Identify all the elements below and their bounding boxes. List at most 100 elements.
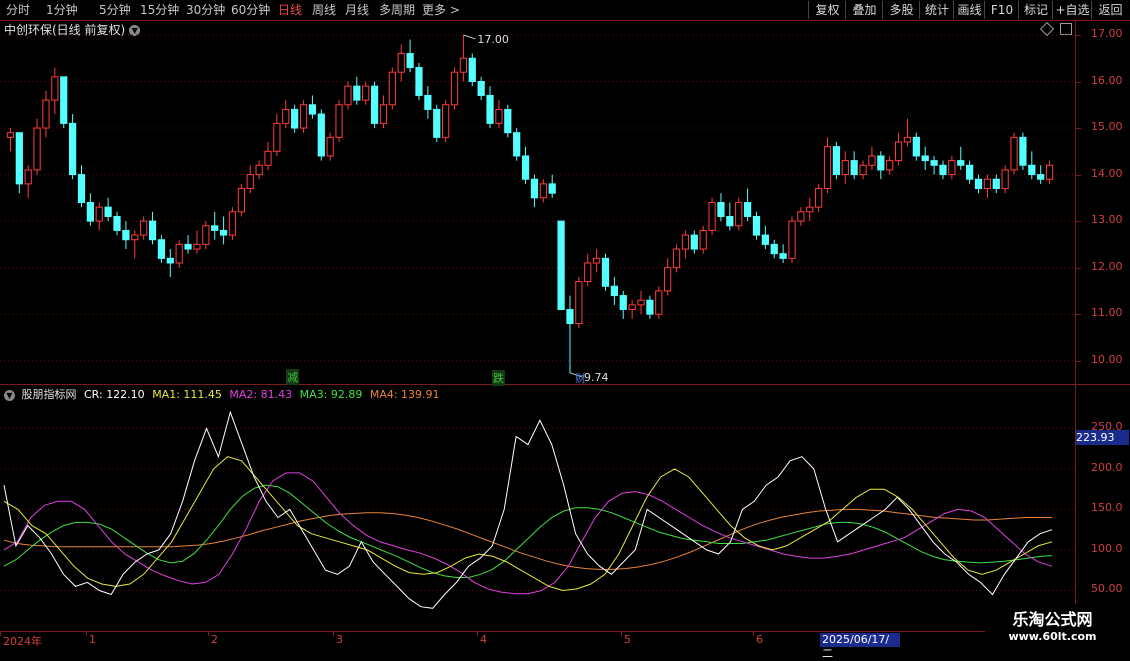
back-button[interactable]: 返回 bbox=[1091, 1, 1129, 19]
candle-body bbox=[841, 160, 849, 176]
candle-body bbox=[530, 178, 539, 199]
candle-body bbox=[140, 220, 148, 236]
candle-body bbox=[504, 108, 512, 134]
candle-body bbox=[655, 290, 663, 315]
ma2-line bbox=[3, 472, 1053, 595]
candle-body bbox=[1037, 174, 1045, 180]
x-label-5: 5 bbox=[624, 633, 631, 646]
candle-body bbox=[486, 94, 494, 124]
candle-body bbox=[397, 53, 405, 73]
candle-body bbox=[726, 215, 734, 227]
candle-body bbox=[237, 188, 245, 213]
multi-stock-button[interactable]: 多股 bbox=[882, 1, 920, 19]
candle-body bbox=[717, 202, 725, 217]
candle-body bbox=[921, 155, 929, 162]
statistics-button[interactable]: 统计 bbox=[919, 1, 954, 19]
candlestick-chart[interactable]: 17.00 9.74 bbox=[0, 21, 1075, 384]
candle-body bbox=[362, 85, 370, 101]
event-marker-finance[interactable]: 财 bbox=[574, 370, 587, 386]
tab-weekly[interactable]: 周线 bbox=[312, 1, 336, 19]
panel-divider bbox=[0, 384, 1130, 385]
candle-body bbox=[86, 202, 94, 222]
price-tick bbox=[1076, 314, 1081, 316]
candle-body bbox=[735, 202, 743, 227]
candle-body bbox=[903, 136, 912, 143]
x-label-1: 1 bbox=[89, 633, 96, 646]
candle-body bbox=[344, 85, 352, 106]
indicator-tick-label: 50.00 bbox=[1091, 582, 1123, 596]
tab-5min[interactable]: 5分钟 bbox=[99, 1, 131, 19]
indicator-axis: 250.0 200.0 150.0 100.0 50.00 bbox=[1075, 385, 1130, 631]
tab-1min[interactable]: 1分钟 bbox=[46, 1, 78, 19]
tab-more-label: 更多 bbox=[422, 3, 447, 17]
candle-body bbox=[628, 304, 636, 311]
tab-15min[interactable]: 15分钟 bbox=[140, 1, 179, 19]
candle-body bbox=[42, 99, 50, 129]
candle-body bbox=[948, 160, 956, 176]
candle-body bbox=[211, 225, 219, 231]
tab-intraday[interactable]: 分时 bbox=[6, 1, 30, 19]
candle-body bbox=[33, 127, 41, 171]
candle-body bbox=[619, 295, 627, 311]
tab-daily[interactable]: 日线 bbox=[278, 1, 302, 19]
period-toolbar: 分时 1分钟 5分钟 15分钟 30分钟 60分钟 日线 周线 月线 多周期 更… bbox=[0, 0, 1130, 21]
candle-body bbox=[24, 169, 32, 185]
candle-body bbox=[593, 257, 601, 264]
candle-body bbox=[157, 239, 166, 259]
add-watchlist-button[interactable]: +自选 bbox=[1052, 1, 1092, 19]
tab-30min[interactable]: 30分钟 bbox=[186, 1, 225, 19]
candle-body bbox=[166, 257, 174, 264]
price-tick bbox=[1076, 360, 1081, 362]
candle-body bbox=[1010, 136, 1018, 171]
candle-body bbox=[273, 122, 281, 152]
price-tick bbox=[1076, 174, 1081, 176]
candle-body bbox=[175, 243, 183, 264]
x-label-4: 4 bbox=[480, 633, 487, 646]
draw-line-button[interactable]: 画线 bbox=[953, 1, 985, 19]
price-tick-label: 17.00 bbox=[1091, 26, 1123, 40]
candle-body bbox=[690, 234, 698, 250]
tab-monthly[interactable]: 月线 bbox=[345, 1, 369, 19]
restore-rights-button[interactable]: 复权 bbox=[808, 1, 846, 19]
candle-body bbox=[317, 113, 325, 157]
candle-body bbox=[388, 71, 396, 106]
candle-body bbox=[761, 234, 769, 245]
mark-button[interactable]: 标记 bbox=[1018, 1, 1053, 19]
event-marker-reduce[interactable]: 减 bbox=[286, 369, 299, 385]
chevron-right-icon: > bbox=[446, 3, 460, 17]
price-tick bbox=[1076, 221, 1081, 223]
candle-body bbox=[468, 57, 476, 82]
candle-body bbox=[646, 299, 654, 315]
candle-body bbox=[450, 71, 459, 106]
candle-body bbox=[1001, 169, 1009, 190]
indicator-tick-label: 100.0 bbox=[1091, 541, 1123, 555]
event-marker-fall[interactable]: 跌 bbox=[492, 370, 505, 386]
candle-body bbox=[912, 136, 920, 157]
price-tick-label: 10.00 bbox=[1091, 352, 1123, 366]
tab-multi-period[interactable]: 多周期 bbox=[379, 1, 415, 19]
tab-more[interactable]: 更多 > bbox=[422, 1, 460, 19]
candle-body bbox=[1019, 136, 1027, 166]
candle-body bbox=[264, 150, 272, 166]
candle-body bbox=[601, 257, 610, 287]
ma3-line bbox=[3, 484, 1053, 578]
overlay-button[interactable]: 叠加 bbox=[845, 1, 883, 19]
price-tick-label: 16.00 bbox=[1091, 73, 1123, 87]
price-tick-label: 15.00 bbox=[1091, 120, 1123, 134]
candle-body bbox=[95, 206, 103, 222]
f10-button[interactable]: F10 bbox=[984, 1, 1019, 19]
candle-body bbox=[797, 211, 805, 222]
candle-body bbox=[557, 220, 565, 311]
x-label-3: 3 bbox=[336, 633, 343, 646]
tab-60min[interactable]: 60分钟 bbox=[231, 1, 270, 19]
candle-body bbox=[513, 132, 521, 157]
indicator-menu-icon[interactable]: ▼ bbox=[4, 389, 15, 401]
candle-body bbox=[610, 285, 618, 297]
candle-body bbox=[291, 108, 299, 129]
indicator-chart[interactable] bbox=[0, 400, 1075, 631]
candle-body bbox=[282, 108, 290, 124]
candle-body bbox=[708, 202, 716, 231]
candle-body bbox=[219, 229, 228, 236]
candle-body bbox=[868, 155, 876, 166]
candle-body bbox=[51, 76, 59, 101]
